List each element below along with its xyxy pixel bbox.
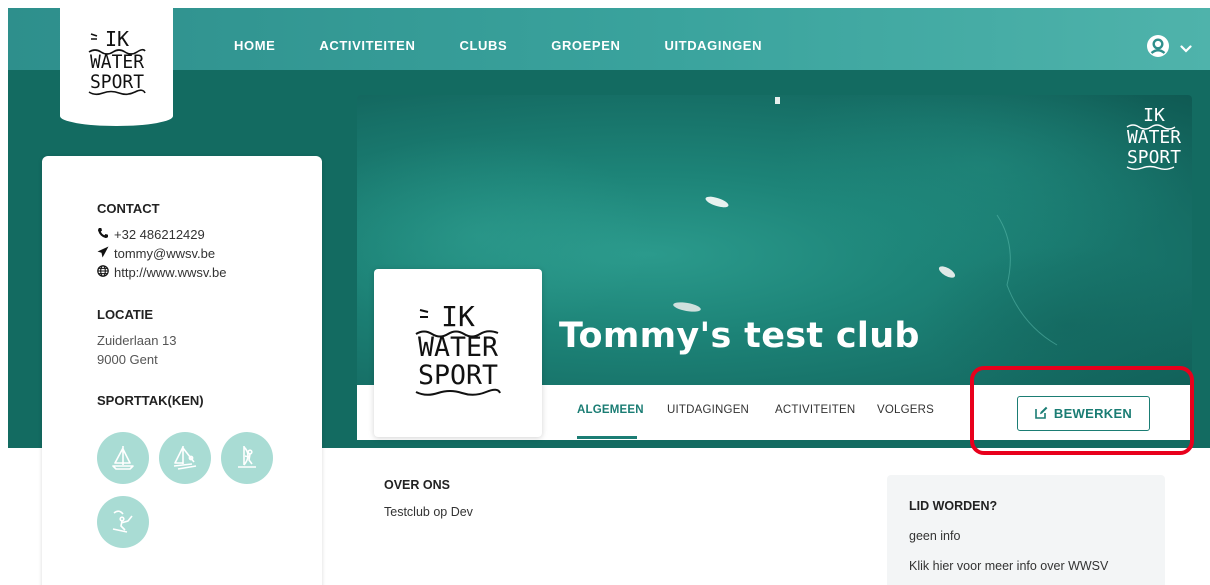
join-title: LID WORDEN? [909, 499, 998, 513]
svg-text:WATER: WATER [1127, 127, 1181, 148]
email-text: tommy@wwsv.be [114, 246, 216, 261]
windsurf-icon[interactable] [221, 432, 273, 484]
about-text: Testclub op Dev [384, 505, 473, 519]
join-info: geen info [909, 529, 961, 543]
tab-volgers[interactable]: VOLGERS [877, 404, 934, 416]
edit-button[interactable]: BEWERKEN [1017, 396, 1150, 431]
user-circle-icon [1146, 34, 1170, 63]
join-more-info-link[interactable]: Klik hier voor meer info over WWSV [909, 559, 1165, 573]
phone-icon [97, 225, 109, 244]
phone-text: +32 486212429 [114, 227, 205, 242]
nav-uitdagingen[interactable]: UITDAGINGEN [664, 38, 762, 54]
sports-title: SPORTTAK(KEN) [97, 393, 204, 408]
website-text: http://www.wwsv.be [114, 265, 227, 280]
location-title: LOCATIE [97, 307, 154, 322]
svg-text:WATER: WATER [418, 332, 499, 363]
kitesurf-icon[interactable] [97, 496, 149, 548]
svg-text:SPORT: SPORT [418, 360, 498, 391]
sport-icons [97, 432, 297, 548]
svg-text:IK: IK [1143, 105, 1165, 126]
globe-icon [97, 263, 109, 282]
club-logo-mark: IK WATER SPORT [415, 300, 501, 396]
catamaran-icon[interactable] [159, 432, 211, 484]
about-title: OVER ONS [384, 478, 450, 492]
sailboat-icon[interactable] [97, 432, 149, 484]
send-icon [97, 244, 109, 263]
ik-watersport-logo: IK WATER SPORT [88, 27, 146, 96]
club-logo: IK WATER SPORT [374, 269, 542, 437]
contact-phone[interactable]: +32 486212429 [97, 225, 322, 244]
tab-algemeen[interactable]: ALGEMEEN [577, 404, 644, 416]
svg-text:SPORT: SPORT [90, 71, 144, 93]
address-line2: 9000 Gent [97, 352, 158, 367]
site-logo[interactable]: IK WATER SPORT [60, 8, 173, 126]
edit-button-label: BEWERKEN [1053, 406, 1133, 421]
svg-text:IK: IK [104, 27, 128, 51]
nav-clubs[interactable]: CLUBS [459, 38, 507, 54]
nav-home[interactable]: HOME [234, 38, 275, 54]
nav-activiteiten[interactable]: ACTIVITEITEN [319, 38, 415, 54]
join-card: LID WORDEN? geen info Klik hier voor mee… [887, 475, 1165, 585]
main-nav: HOME ACTIVITEITEN CLUBS GROEPEN UITDAGIN… [234, 38, 806, 54]
page: HOME ACTIVITEITEN CLUBS GROEPEN UITDAGIN… [0, 0, 1210, 585]
chevron-down-icon [1180, 40, 1192, 58]
active-tab-indicator [577, 436, 637, 439]
contact-email[interactable]: tommy@wwsv.be [97, 244, 322, 263]
club-name: Tommy's test club [559, 316, 920, 356]
tab-uitdagingen[interactable]: UITDAGINGEN [667, 404, 749, 416]
contact-website[interactable]: http://www.wwsv.be [97, 263, 322, 282]
club-info-sidebar: CONTACT +32 486212429 tommy@wwsv.be http… [42, 156, 322, 585]
edit-icon [1035, 406, 1048, 422]
svg-text:WATER: WATER [90, 51, 145, 73]
address-line1: Zuiderlaan 13 [97, 333, 177, 348]
svg-text:IK: IK [441, 300, 475, 333]
tab-activiteiten[interactable]: ACTIVITEITEN [775, 404, 855, 416]
nav-groepen[interactable]: GROEPEN [551, 38, 620, 54]
user-menu[interactable] [1146, 34, 1192, 63]
top-navbar: HOME ACTIVITEITEN CLUBS GROEPEN UITDAGIN… [8, 8, 1210, 70]
contact-title: CONTACT [97, 201, 160, 216]
hero-brand-logo: IK WATER SPORT [1122, 103, 1186, 180]
svg-text:SPORT: SPORT [1127, 147, 1181, 168]
